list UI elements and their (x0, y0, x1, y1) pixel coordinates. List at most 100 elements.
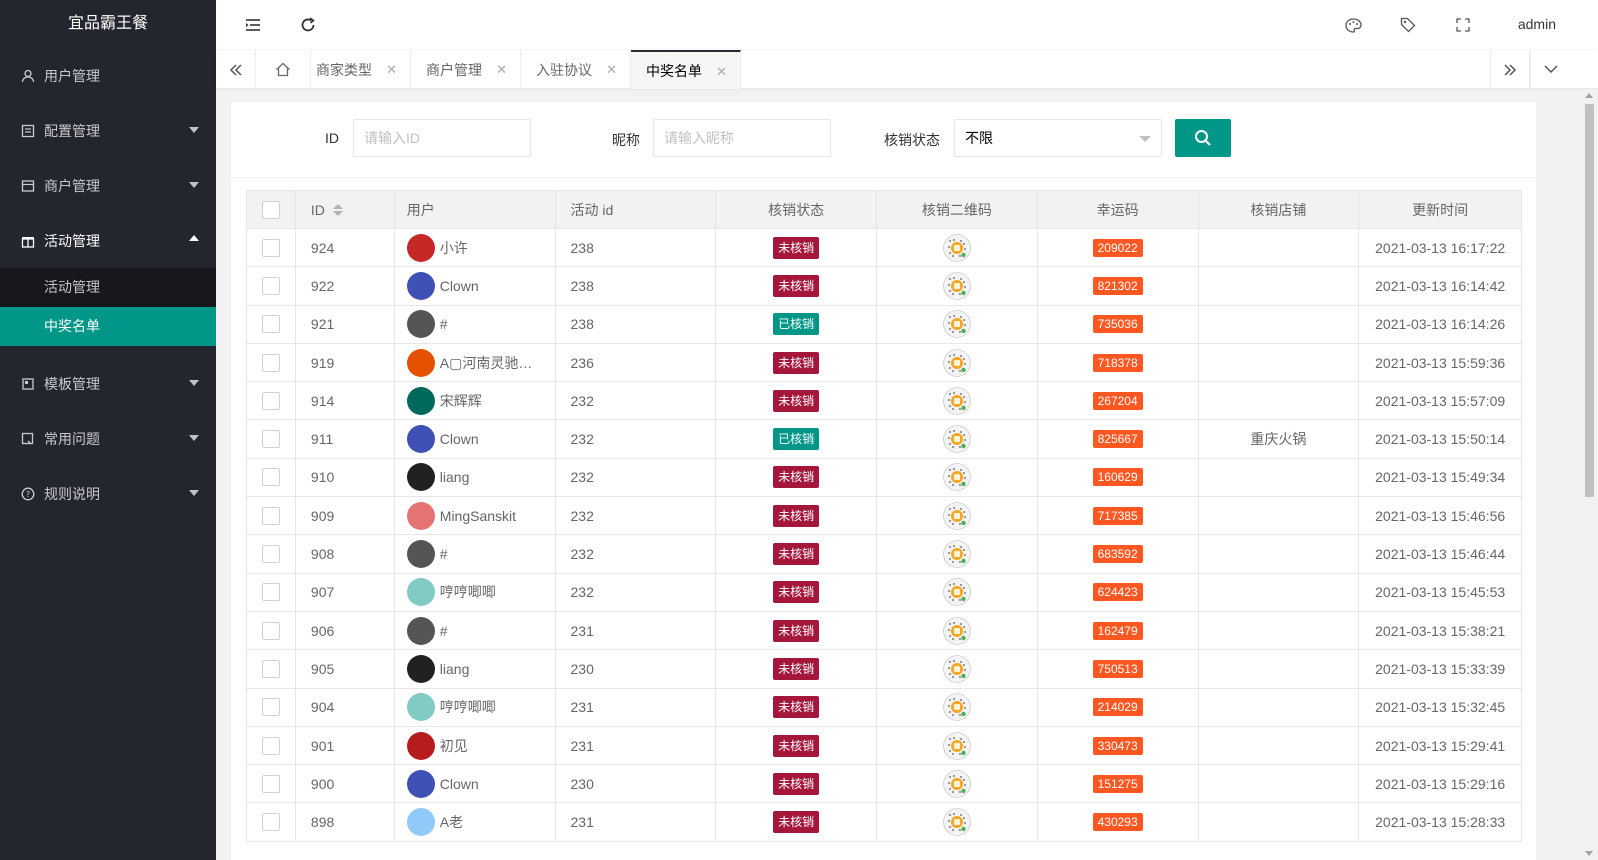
row-checkbox[interactable] (261, 813, 280, 832)
close-icon[interactable]: ✕ (496, 62, 507, 78)
row-checkbox[interactable] (261, 583, 280, 602)
user-cell: Clown (395, 267, 556, 305)
column-header-activity: 活动 id (556, 191, 717, 228)
nickname-input[interactable]: 请输入昵称 (653, 119, 831, 157)
sidebar-subitem-activities[interactable]: 活动管理 (0, 268, 216, 307)
qrcode-icon[interactable] (943, 463, 971, 492)
sort-icon[interactable] (332, 203, 343, 216)
tag-icon[interactable] (1398, 15, 1418, 35)
qrcode-icon[interactable] (943, 731, 971, 760)
avatar (406, 654, 435, 683)
qrcode-icon[interactable] (943, 501, 971, 530)
status-badge: 未核销 (773, 389, 820, 412)
scrollbar-thumb[interactable] (1585, 104, 1594, 497)
close-icon[interactable]: ✕ (716, 64, 727, 80)
sidebar-item-config[interactable]: 配置管理 (0, 103, 216, 158)
lucky-code-badge: 735036 (1092, 315, 1143, 334)
row-checkbox[interactable] (261, 774, 280, 793)
row-checkbox[interactable] (261, 430, 280, 449)
user-name: # (439, 622, 448, 639)
scroll-down-icon[interactable] (1585, 851, 1593, 856)
status-cell: 未核销 (716, 535, 878, 573)
qrcode-icon[interactable] (943, 233, 971, 262)
store-cell (1199, 726, 1360, 765)
close-icon[interactable]: ✕ (386, 62, 397, 78)
row-checkbox[interactable] (261, 276, 280, 295)
search-button[interactable] (1175, 119, 1231, 157)
row-checkbox[interactable] (261, 506, 280, 525)
qrcode-icon[interactable] (943, 616, 971, 645)
qrcode-icon[interactable] (943, 540, 971, 568)
id-cell: 921 (296, 305, 395, 343)
qrcode-icon[interactable] (943, 310, 971, 339)
row-checkbox[interactable] (261, 698, 280, 717)
tabs-next-button[interactable] (1490, 50, 1530, 89)
lucky-code-cell: 162479 (1038, 611, 1199, 650)
status-label: 核销状态 (884, 132, 940, 148)
id-cell: 924 (296, 229, 395, 267)
sidebar-item-users[interactable]: 用户管理 (0, 48, 216, 103)
page-scrollbar[interactable] (1581, 89, 1598, 860)
sidebar-item-rules[interactable]: ? 规则说明 (0, 466, 216, 521)
qrcode-cell (877, 305, 1038, 343)
qrcode-icon[interactable] (943, 425, 971, 453)
sidebar-subitem-winners[interactable]: 中奖名单 (0, 307, 216, 346)
id-cell: 905 (296, 650, 395, 688)
row-checkbox[interactable] (261, 545, 280, 564)
main-content: ID 请输入ID 昵称 请输入昵称 核销状态 不限 ID 用户 活动 id 核销… (231, 102, 1536, 860)
tab-merchants[interactable]: 商户管理 ✕ (411, 50, 521, 89)
user-menu[interactable]: admin (1518, 16, 1556, 32)
sidebar-item-faq[interactable]: 常用问题 (0, 411, 216, 466)
refresh-icon[interactable] (298, 15, 318, 35)
tabs-dropdown-button[interactable] (1530, 50, 1570, 89)
row-checkbox[interactable] (261, 468, 280, 487)
sidebar-item-templates[interactable]: 模板管理 (0, 356, 216, 411)
table-row: 900 Clown 230 未核销 151275 2021-03-13 15:29:16 (247, 765, 1521, 804)
tab-agreement[interactable]: 入驻协议 ✕ (521, 50, 631, 89)
lucky-code-badge: 214029 (1092, 698, 1143, 717)
store-cell (1199, 343, 1360, 382)
sidebar-item-activities[interactable]: 活动管理 (0, 213, 216, 268)
row-checkbox[interactable] (261, 315, 280, 334)
menu-toggle-icon[interactable] (243, 15, 263, 35)
row-checkbox[interactable] (261, 391, 280, 410)
qrcode-icon[interactable] (943, 272, 971, 300)
table-row: 922 Clown 238 未核销 821302 2021-03-13 16:14:42 (247, 267, 1521, 306)
sidebar-item-merchants[interactable]: 商户管理 (0, 158, 216, 213)
id-cell: 901 (296, 726, 395, 765)
row-checkbox[interactable] (261, 659, 280, 678)
avatar (406, 348, 435, 377)
qrcode-icon[interactable] (943, 348, 971, 377)
qrcode-icon[interactable] (943, 387, 971, 415)
id-cell: 922 (296, 267, 395, 305)
lucky-code-cell: 825667 (1038, 420, 1199, 458)
row-checkbox[interactable] (261, 621, 280, 640)
scroll-up-icon[interactable] (1585, 93, 1593, 98)
tabs-prev-button[interactable] (216, 50, 256, 89)
status-badge: 未核销 (773, 772, 820, 795)
user-cell: Clown (395, 420, 556, 458)
theme-palette-icon[interactable] (1343, 15, 1363, 35)
qrcode-icon[interactable] (943, 655, 971, 683)
qrcode-icon[interactable] (943, 808, 971, 836)
close-icon[interactable]: ✕ (606, 62, 617, 78)
tab-merchant-types[interactable]: 商家类型 ✕ (301, 50, 411, 89)
qrcode-icon[interactable] (943, 769, 971, 798)
qrcode-cell (877, 267, 1038, 305)
user-icon (20, 68, 36, 84)
qrcode-icon[interactable] (943, 578, 971, 607)
row-checkbox[interactable] (261, 353, 280, 372)
status-select[interactable]: 不限 (954, 119, 1162, 157)
qrcode-icon[interactable] (943, 693, 971, 722)
row-checkbox[interactable] (261, 736, 280, 755)
status-cell: 未核销 (716, 650, 878, 688)
select-all-checkbox[interactable] (261, 200, 280, 219)
tab-winners[interactable]: 中奖名单 ✕ (631, 50, 741, 89)
id-input[interactable]: 请输入ID (353, 119, 531, 157)
fullscreen-icon[interactable] (1453, 15, 1473, 35)
column-header-id[interactable]: ID (296, 191, 395, 228)
row-checkbox[interactable] (261, 238, 280, 257)
lucky-code-badge: 624423 (1092, 583, 1143, 602)
user-cell: 哼哼唧唧 (395, 573, 556, 611)
tab-bar: 商家类型 ✕ 商户管理 ✕ 入驻协议 ✕ 中奖名单 ✕ (216, 49, 1598, 89)
